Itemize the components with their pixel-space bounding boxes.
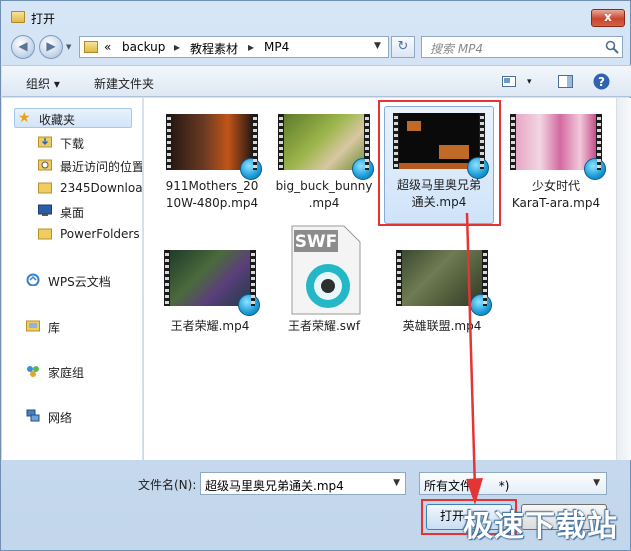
media-player-icon [240,158,262,180]
media-player-icon [352,158,374,180]
folder-icon [38,228,52,240]
arrow-annotation-icon [465,212,483,505]
video-thumbnail [510,114,606,180]
sidebar-item-libraries[interactable]: 库 [24,316,142,336]
recent-locations-dropdown-icon[interactable]: ▼ [66,43,71,51]
preview-pane-icon[interactable] [558,75,573,88]
search-icon[interactable] [605,40,619,54]
chevron-down-icon[interactable]: ▼ [593,478,600,488]
organize-button[interactable]: 组织 ▾ [26,75,60,92]
new-folder-button[interactable]: 新建文件夹 [94,75,154,92]
svg-text:?: ? [598,75,605,89]
swf-file-icon: SWF [291,225,361,315]
sidebar-item-label: 家庭组 [48,366,85,380]
file-item[interactable]: 王者荣耀.mp4 [156,244,266,362]
file-item[interactable]: 911Mothers_20 10W-480p.mp4 [158,108,268,226]
library-icon [26,320,40,332]
navigation-pane: ★ 收藏夹 下载 最近访问的位置 2345Downloa 桌面 PowerFol… [2,98,143,460]
search-placeholder: 搜索 MP4 [430,42,484,56]
file-item[interactable]: SWF 王者荣耀.swf [270,224,380,342]
open-file-dialog: 打开 x ◀ ▶ ▼ « backup ▸ 教程素材 ▸ MP4 ▼ ↻ 搜索 … [0,0,631,551]
address-chevron[interactable]: « [104,40,111,54]
star-icon: ★ [18,110,31,126]
sidebar-item-label: 收藏夹 [39,113,76,127]
recent-places-icon [38,159,52,171]
desktop-icon [38,204,52,216]
media-player-icon [238,294,260,316]
vertical-scrollbar[interactable] [616,98,631,460]
address-bar[interactable]: « backup ▸ 教程素材 ▸ MP4 ▼ [79,36,389,58]
title-bar[interactable]: 打开 x [1,1,630,31]
sidebar-item-label: PowerFolders [60,227,140,241]
breadcrumb-backup[interactable]: backup [122,40,165,54]
file-name: 911Mothers_20 10W-480p.mp4 [165,179,259,210]
refresh-button[interactable]: ↻ [391,36,415,58]
breadcrumb-separator-icon[interactable]: ▸ [174,40,180,54]
folder-icon [38,182,52,194]
sidebar-item-desktop[interactable]: 桌面 [32,201,142,221]
address-dropdown-icon[interactable]: ▼ [374,41,381,51]
sidebar-item-label: WPS云文档 [48,275,111,289]
command-toolbar: 组织 ▾ 新建文件夹 ▾ ? [2,65,631,97]
sidebar-item-label: 下载 [60,137,85,151]
search-input[interactable]: 搜索 MP4 [421,36,623,58]
breadcrumb-mp4[interactable]: MP4 [264,40,289,54]
help-icon[interactable]: ? [593,73,610,90]
video-thumbnail [164,250,260,316]
network-icon [26,409,40,422]
watermark: 极速下载站 [463,509,618,544]
sidebar-item-favorites[interactable]: ★ 收藏夹 [14,108,132,128]
file-item[interactable]: big_buck_bunny .mp4 [270,108,380,226]
folder-icon [11,11,25,23]
forward-button[interactable]: ▶ [39,35,63,59]
sidebar-item-powerfolders[interactable]: PowerFolders [32,224,142,244]
sidebar-item-label: 桌面 [60,206,85,220]
breadcrumb-tutorial-material[interactable]: 教程素材 [190,40,238,57]
download-folder-icon [38,136,52,148]
filename-label: 文件名(N): [138,478,197,492]
file-item[interactable]: 少女时代 KaraT-ara.mp4 [502,108,612,226]
file-name: 王者荣耀.mp4 [170,319,250,333]
file-type-select[interactable]: 所有文件(*) ▼ [419,472,607,495]
sidebar-item-network[interactable]: 网络 [24,406,142,426]
media-player-icon [584,158,606,180]
sidebar-item-label: 库 [48,321,61,335]
file-name: 少女时代 KaraT-ara.mp4 [511,179,601,210]
change-view-icon[interactable] [502,76,516,87]
folder-icon [84,41,98,53]
homegroup-icon [27,366,39,377]
breadcrumb-separator-icon[interactable]: ▸ [248,40,254,54]
close-button[interactable]: x [591,9,625,27]
window-title: 打开 [31,12,56,26]
sidebar-item-recent-places[interactable]: 最近访问的位置 [32,155,142,175]
sidebar-item-label: 网络 [48,411,73,425]
file-name: 王者荣耀.swf [287,319,361,333]
back-button[interactable]: ◀ [11,35,35,59]
sidebar-item-2345downloads[interactable]: 2345Downloa [32,178,142,198]
filename-value: 超级马里奥兄弟通关.mp4 [205,479,344,493]
filename-input[interactable]: 超级马里奥兄弟通关.mp4 ▼ [200,472,406,495]
sidebar-item-downloads[interactable]: 下载 [32,132,142,152]
sidebar-item-label: 最近访问的位置 [60,160,143,174]
chevron-down-icon[interactable]: ▼ [393,478,400,488]
view-dropdown-icon[interactable]: ▾ [527,77,532,87]
highlight-box-selected-file [378,100,501,226]
video-thumbnail [166,114,262,180]
cloud-icon [26,273,40,286]
file-name: big_buck_bunny .mp4 [275,179,373,210]
sidebar-item-label: 2345Downloa [60,181,143,195]
sidebar-item-wps-cloud[interactable]: WPS云文档 [24,270,142,290]
video-thumbnail [278,114,374,180]
sidebar-item-homegroup[interactable]: 家庭组 [24,361,142,381]
svg-text:SWF: SWF [295,232,338,252]
